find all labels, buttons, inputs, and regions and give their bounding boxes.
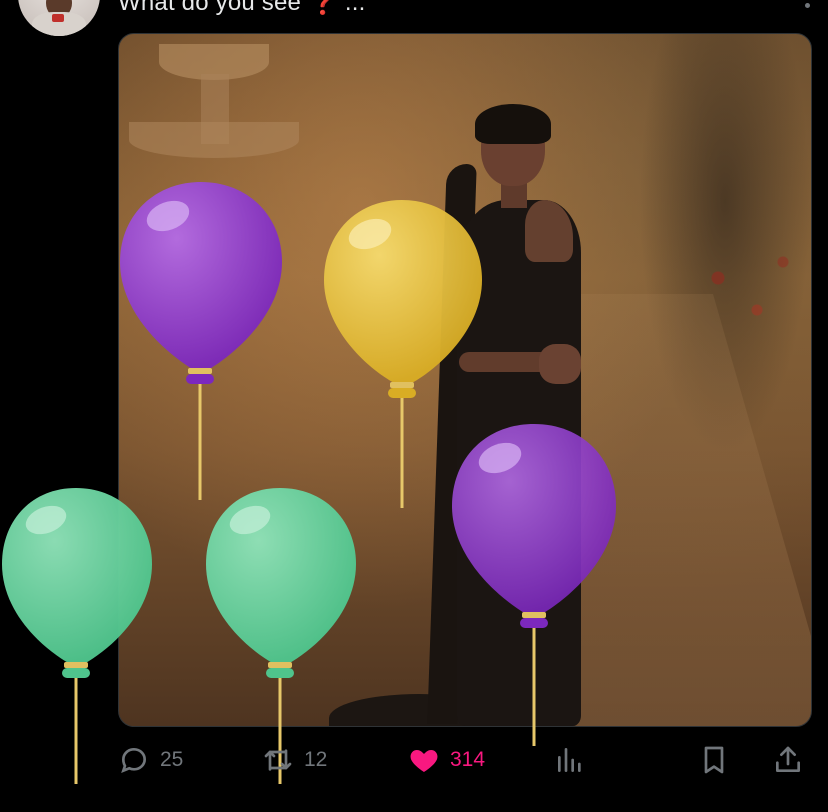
share-button[interactable] xyxy=(772,740,804,780)
bar-chart-icon xyxy=(558,748,581,772)
repost-count: 12 xyxy=(304,748,328,771)
like-button[interactable]: 314 xyxy=(408,740,485,780)
share-upload-icon xyxy=(776,746,800,772)
repost-button[interactable]: 12 xyxy=(262,740,327,780)
views-button[interactable] xyxy=(554,740,586,780)
tweet-text: What do you see ❓ ... xyxy=(118,0,366,16)
reply-icon xyxy=(121,747,147,774)
purple-balloon-icon xyxy=(120,182,282,500)
avatar-accent xyxy=(52,14,64,22)
purple-balloon-icon xyxy=(452,424,616,746)
bookmark-button[interactable] xyxy=(698,740,730,780)
like-count: 314 xyxy=(450,748,486,771)
more-options-icon[interactable] xyxy=(805,0,811,18)
hands xyxy=(539,344,581,384)
heart-icon xyxy=(410,750,438,772)
hair xyxy=(475,104,551,144)
dot-icon xyxy=(805,3,810,8)
reply-button[interactable]: 25 xyxy=(118,740,183,780)
fountain-basin xyxy=(129,122,299,158)
repost-icon xyxy=(264,749,292,771)
author-avatar[interactable] xyxy=(18,0,100,36)
reply-count: 25 xyxy=(160,748,184,771)
bookmark-icon xyxy=(704,746,724,774)
